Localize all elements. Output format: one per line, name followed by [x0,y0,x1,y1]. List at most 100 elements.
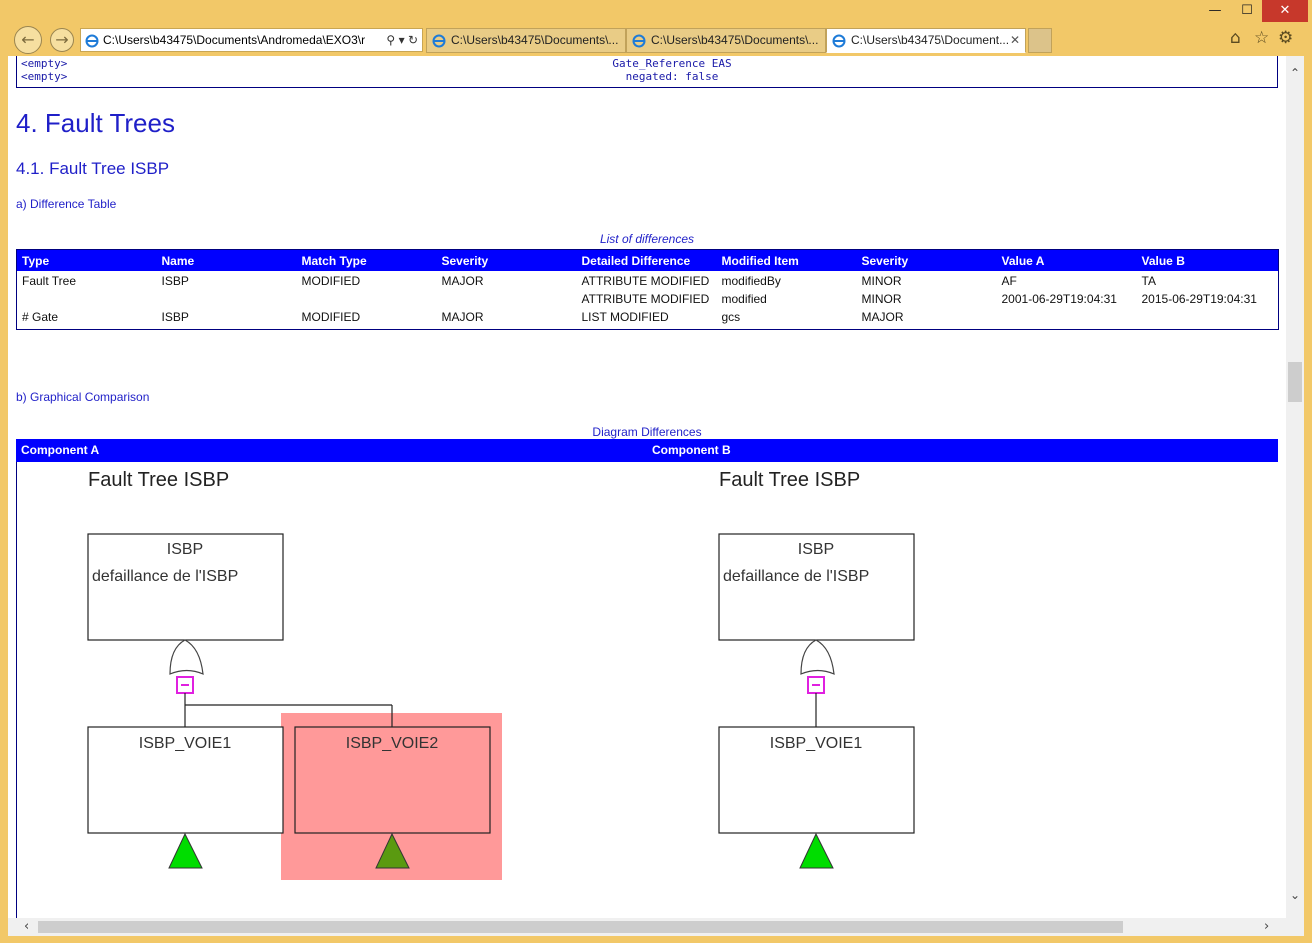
previous-table: <empty> <empty> Gate_Reference EAS negat… [16,56,1278,88]
table-row: ATTRIBUTE MODIFIED modified MINOR 2001-0… [17,289,1279,307]
favorites-icon[interactable]: ☆ [1254,28,1269,48]
settings-icon[interactable]: ⚙ [1278,28,1293,48]
ie-page-icon [85,33,99,51]
table-cell: ATTRIBUTE MODIFIED [581,292,710,306]
tab-label: C:\Users\b43475\Documents\... [651,33,819,47]
browser-window: ← → C:\Users\b43475\Documents\Andromeda\… [0,0,1312,943]
child-event-name: ISBP_VOIE1 [770,735,863,752]
gate-reference: Gate_Reference EAS [612,57,732,70]
close-tab-icon[interactable]: ✕ [1010,29,1020,52]
ie-page-icon [632,33,646,52]
address-bar[interactable]: C:\Users\b43475\Documents\Andromeda\EXO3… [80,28,423,52]
component-a-tree: Fault Tree ISBP ISBP defaillance de l'IS… [87,469,502,880]
table-cell: Fault Tree [22,274,77,288]
table-cell: MINOR [861,274,902,288]
table-cell [997,307,1137,330]
or-gate-icon [169,639,204,675]
tab-2[interactable]: C:\Users\b43475\Documents\... [626,28,826,53]
table-cell: LIST MODIFIED [581,310,669,324]
minimize-button[interactable]: — [1200,0,1230,22]
table-cell: modified [721,292,767,306]
maximize-button[interactable]: ☐ [1232,0,1262,22]
col-header: Value B [1136,249,1279,271]
table-cell [157,289,297,307]
scroll-left-icon[interactable]: ‹ [24,918,29,936]
table-cell: ISBP [161,310,189,324]
table-cell [1137,307,1279,330]
forward-icon[interactable]: → [50,28,74,52]
col-header: Severity [436,249,577,271]
horizontal-scroll-thumb[interactable] [38,921,1123,933]
table-cell: 2015-06-29T19:04:31 [1141,292,1257,306]
component-a-header: Component A [21,443,100,457]
vertical-scroll-thumb[interactable] [1288,362,1302,402]
table-cell: MINOR [861,292,902,306]
diagram-body: Fault Tree ISBP ISBP defaillance de l'IS… [16,462,1278,918]
address-text: C:\Users\b43475\Documents\Andromeda\EXO3… [103,33,366,47]
scroll-right-icon[interactable]: › [1264,918,1269,936]
top-event-name: ISBP [798,541,834,558]
table-cell: MAJOR [861,310,904,324]
col-header: Detailed Difference [576,249,717,271]
table-cell: ISBP [161,274,189,288]
component-b-header: Component B [652,443,731,457]
table-cell: MODIFIED [301,274,361,288]
basic-event-icon [168,832,203,869]
table-row: # Gate ISBP MODIFIED MAJOR LIST MODIFIED… [17,307,1279,330]
col-header: Modified Item [716,249,857,271]
home-icon[interactable]: ⌂ [1230,28,1241,48]
section-subtitle: 4.1. Fault Tree ISBP [16,159,170,178]
diagram-canvas: Fault Tree ISBP ISBP defaillance de l'IS… [87,469,915,880]
component-b-tree: Fault Tree ISBP ISBP defaillance de l'IS… [718,469,915,869]
table-cell: MAJOR [441,274,484,288]
scroll-up-icon[interactable]: ⌃ [1286,66,1304,80]
back-icon[interactable]: ← [14,26,42,54]
col-header: Type [16,249,157,271]
diagram-title: Fault Tree ISBP [88,469,229,491]
table-cell: # Gate [22,310,59,324]
difference-table: Type Name Match Type Severity Detailed D… [16,249,1279,330]
ie-page-icon [432,33,446,52]
table-cell: 2001-06-29T19:04:31 [1001,292,1117,306]
vertical-scrollbar[interactable]: ⌃ ⌄ [1286,56,1304,918]
empty-cell: <empty> [21,57,68,70]
col-header: Severity [856,249,997,271]
top-event-description: defaillance de l'ISBP [723,568,869,585]
tab-1[interactable]: C:\Users\b43475\Documents\... [426,28,626,53]
diagram-title: Fault Tree ISBP [719,469,860,491]
close-window-button[interactable]: ✕ [1262,0,1308,22]
diagram-differences-caption: Diagram Differences [592,425,702,439]
page-viewport: <empty> <empty> Gate_Reference EAS negat… [8,56,1286,918]
new-tab-button[interactable] [1028,28,1052,53]
table-cell [437,289,577,307]
col-header: Name [156,249,297,271]
page-title: 4. Fault Trees [16,108,175,138]
table-cell: gcs [721,310,741,324]
col-header: Value A [996,249,1137,271]
table-cell: AF [1001,274,1017,288]
tab-3[interactable]: C:\Users\b43475\Document... ✕ [826,28,1026,53]
negated-value: negated: false [625,70,719,83]
table-cell: ATTRIBUTE MODIFIED [581,274,710,288]
tab-label: C:\Users\b43475\Documents\... [451,33,619,47]
dropdown-icon[interactable]: ▾ [399,33,405,47]
search-icon[interactable]: ⚲ [386,33,395,47]
table-cell: modifiedBy [721,274,781,288]
col-header: Match Type [296,249,437,271]
top-event-name: ISBP [167,541,203,558]
address-tools: ⚲ ▾ ↻ [382,29,418,51]
table-header-row: Type Name Match Type Severity Detailed D… [16,249,1279,271]
table-cell: MODIFIED [301,310,361,324]
table-cell: TA [1141,274,1156,288]
table-cell: MAJOR [441,310,484,324]
scroll-down-icon[interactable]: ⌄ [1286,888,1304,902]
diagram-header-row: Component A Component B [16,439,1278,462]
graphical-comparison-heading: b) Graphical Comparison [16,390,150,404]
ie-page-icon [832,33,846,52]
child-event-name: ISBP_VOIE1 [139,735,232,752]
empty-cell: <empty> [21,70,68,83]
basic-event-icon [799,832,834,869]
refresh-icon[interactable]: ↻ [408,33,418,47]
top-event-description: defaillance de l'ISBP [92,568,238,585]
horizontal-scrollbar[interactable]: ‹ › [8,918,1304,936]
